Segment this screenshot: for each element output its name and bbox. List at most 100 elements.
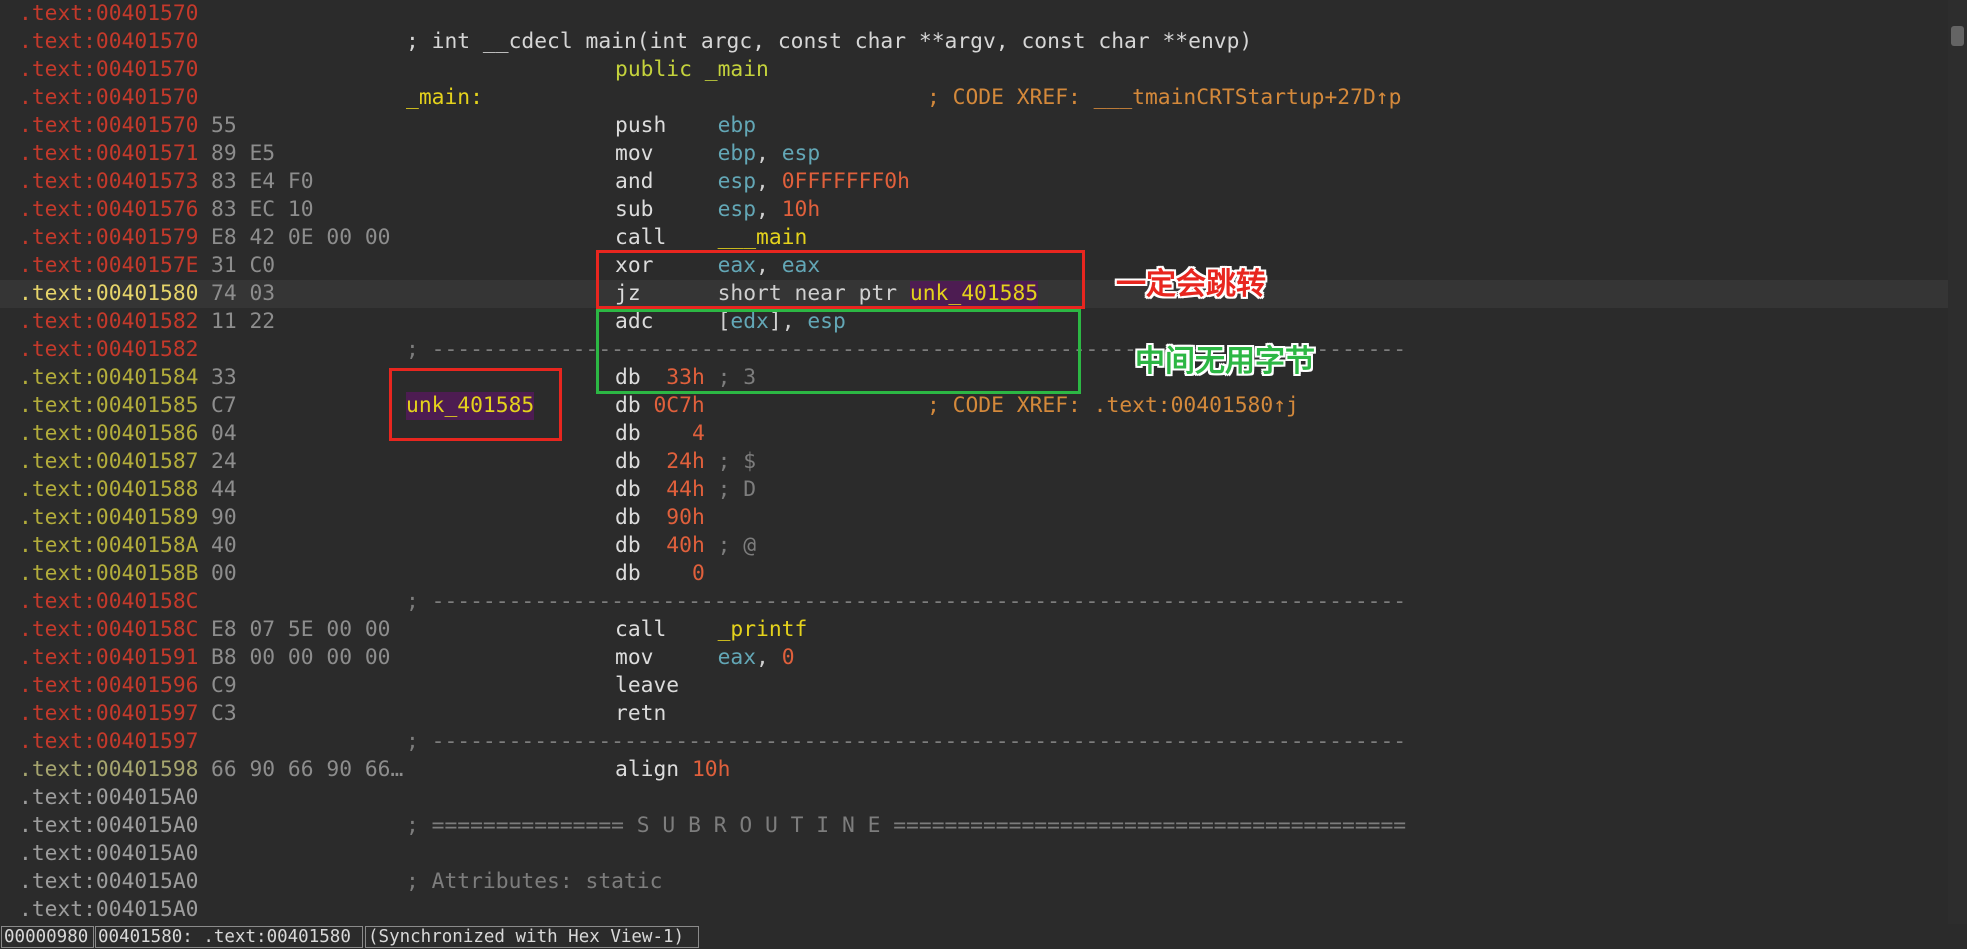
listing-line[interactable]: .text:00401571 89 E5 mov ebp, esp <box>0 140 1948 168</box>
opcode-bytes: C7 <box>211 393 237 418</box>
immediate-operand: 24h <box>666 449 705 474</box>
immediate-operand: 40h <box>666 533 705 558</box>
status-sync-info: (Synchronized with Hex View-1) <box>365 926 699 948</box>
opcode-bytes: 66 90 66 90 66… <box>211 757 404 782</box>
immediate-operand: 0 <box>691 561 705 586</box>
listing-line[interactable]: .text:00401586 04 db 4 <box>0 420 1948 448</box>
inline-comment: ; D <box>704 477 757 502</box>
opcode-bytes: C9 <box>211 673 237 698</box>
register-operand[interactable]: ebp <box>718 141 756 166</box>
line-address: .text:0040158A <box>19 533 199 558</box>
listing-line[interactable]: .text:004015A0 <box>0 784 1948 812</box>
listing-line[interactable]: .text:00401570 public _main <box>0 56 1948 84</box>
line-address: .text:00401576 <box>19 197 199 222</box>
register-operand[interactable]: esp <box>718 197 756 222</box>
line-address: .text:00401589 <box>19 505 199 530</box>
listing-line[interactable]: .text:00401598 66 90 66 90 66… align 10h <box>0 756 1948 784</box>
listing-line[interactable]: .text:0040158C ; ------------------------… <box>0 588 1948 616</box>
listing-line[interactable]: .text:004015A0 ; Attributes: static <box>0 868 1948 896</box>
immediate-operand: 0FFFFFFF0h <box>781 169 910 194</box>
listing-line[interactable]: .text:00401597 ; ------------------------… <box>0 728 1948 756</box>
line-address: .text:00401582 <box>19 309 199 334</box>
register-operand[interactable]: esp <box>718 169 756 194</box>
listing-line[interactable]: .text:00401570 55 push ebp <box>0 112 1948 140</box>
listing-line[interactable]: .text:004015A0 <box>0 840 1948 868</box>
instruction: sub esp, 10h <box>615 196 820 224</box>
line-address: .text:00401579 <box>19 225 199 250</box>
listing-line[interactable]: .text:004015A0 ; =============== S U B R … <box>0 812 1948 840</box>
line-address: .text:0040158C <box>19 589 199 614</box>
opcode-bytes: 74 03 <box>211 281 276 306</box>
code-xref-comment[interactable]: ; CODE XREF: .text:00401580↑j <box>927 392 1299 420</box>
symbol-operand[interactable]: ___main <box>718 225 808 250</box>
instruction: db 0C7h <box>615 392 705 420</box>
listing-line[interactable]: .text:00401570 ; int __cdecl main(int arg… <box>0 28 1948 56</box>
line-address: .text:004015A0 <box>19 869 199 894</box>
listing-line[interactable]: .text:00401597 C3 retn <box>0 700 1948 728</box>
subroutine-banner: ; =============== S U B R O U T I N E ==… <box>406 813 1407 838</box>
mnemonic: retn <box>615 701 667 726</box>
mnemonic: mov <box>615 141 718 166</box>
listing-line[interactable]: .text:0040158B 00 db 0 <box>0 560 1948 588</box>
listing-line[interactable]: .text:00401588 44 db 44h ; D <box>0 476 1948 504</box>
annotation-label-junk-bytes: 中间无用字节 <box>1135 344 1315 379</box>
line-address: .text:004015A0 <box>19 897 199 922</box>
mnemonic: db <box>615 561 692 586</box>
instruction: mov eax, 0 <box>615 644 795 672</box>
mnemonic: db <box>615 477 667 502</box>
listing-line[interactable]: .text:00401576 83 EC 10 sub esp, 10h <box>0 196 1948 224</box>
instruction: call ___main <box>615 224 807 252</box>
separator-line: ; --------------------------------------… <box>406 589 1407 614</box>
annotation-box-jump-target-label <box>389 368 562 441</box>
listing-line[interactable]: .text:00401591 B8 00 00 00 00 mov eax, 0 <box>0 644 1948 672</box>
listing-line[interactable]: .text:00401587 24 db 24h ; $ <box>0 448 1948 476</box>
inline-comment: ; @ <box>704 533 757 558</box>
listing-line[interactable]: .text:0040158C E8 07 5E 00 00 call _printf <box>0 616 1948 644</box>
immediate-operand: 44h <box>666 477 705 502</box>
line-address: .text:0040158C <box>19 617 199 642</box>
opcode-bytes: 89 E5 <box>211 141 276 166</box>
mnemonic: align <box>615 757 692 782</box>
status-current-location: 00401580: .text:00401580 <box>95 926 363 948</box>
immediate-operand: 0 <box>781 645 795 670</box>
vertical-scrollbar[interactable] <box>1948 0 1967 924</box>
listing-line[interactable]: .text:00401585 C7 unk_401585 db 0C7h; CODE … <box>0 392 1948 420</box>
disassembly-listing[interactable]: .text:00401570 .text:00401570 ; int __cdec… <box>0 0 1948 924</box>
opcode-bytes: 33 <box>211 365 237 390</box>
mnemonic: db <box>615 449 667 474</box>
listing-line[interactable]: .text:00401570 _main: ; CODE XREF: ___tmai… <box>0 84 1948 112</box>
listing-line[interactable]: .text:004015A0 <box>0 896 1948 924</box>
instruction: align 10h <box>615 756 730 784</box>
code-label[interactable]: _main: <box>406 84 483 112</box>
listing-line[interactable]: .text:0040158A 40 db 40h ; @ <box>0 532 1948 560</box>
register-operand[interactable]: esp <box>782 141 820 166</box>
opcode-bytes: 31 C0 <box>211 253 276 278</box>
attributes-comment: ; Attributes: static <box>406 869 663 894</box>
listing-line[interactable]: .text:00401596 C9 leave <box>0 672 1948 700</box>
register-operand[interactable]: eax <box>718 645 756 670</box>
operand-text: , <box>756 169 782 194</box>
instruction: retn <box>615 700 666 728</box>
line-address: .text:00401584 <box>19 365 199 390</box>
listing-line[interactable]: .text:00401589 90 db 90h <box>0 504 1948 532</box>
symbol-operand[interactable]: _printf <box>718 617 808 642</box>
scrollbar-thumb[interactable] <box>1951 26 1964 46</box>
operand-text: , <box>756 141 782 166</box>
code-xref-comment[interactable]: ; CODE XREF: ___tmainCRTStartup+27D↑p <box>927 84 1401 112</box>
listing-line[interactable]: .text:00401570 <box>0 0 1948 28</box>
line-address: .text:00401586 <box>19 421 199 446</box>
line-address: .text:00401597 <box>19 729 199 754</box>
opcode-bytes: 04 <box>211 421 237 446</box>
listing-line[interactable]: .text:00401573 83 E4 F0 and esp, 0FFFFFFF0… <box>0 168 1948 196</box>
immediate-operand: 10h <box>691 757 731 782</box>
listing-line[interactable]: .text:00401579 E8 42 0E 00 00 call ___main <box>0 224 1948 252</box>
mnemonic: db <box>615 393 654 418</box>
register-operand[interactable]: ebp <box>718 113 756 138</box>
line-address: .text:004015A0 <box>19 813 199 838</box>
immediate-operand: 4 <box>691 421 705 446</box>
line-address: .text:00401570 <box>19 1 199 26</box>
mnemonic: db <box>615 505 667 530</box>
line-address: .text:00401580 <box>19 281 199 306</box>
opcode-bytes: 83 E4 F0 <box>211 169 314 194</box>
line-address: .text:00401596 <box>19 673 199 698</box>
